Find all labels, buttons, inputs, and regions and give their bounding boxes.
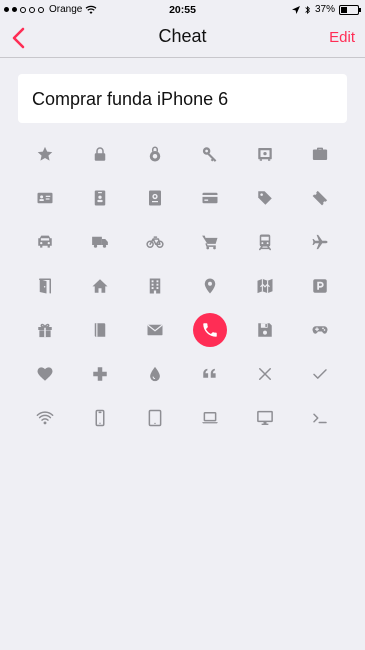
edit-button[interactable]: Edit [329, 29, 355, 46]
tag-icon [257, 191, 272, 205]
medical-cross-icon [93, 367, 107, 381]
battery-percentage: 37% [314, 4, 335, 15]
icon-option-gamepad[interactable] [292, 308, 347, 352]
wifi-icon [37, 411, 54, 425]
checkmark-icon [312, 369, 327, 379]
battery-icon [339, 4, 361, 15]
icon-option-lock[interactable] [73, 132, 128, 176]
id-badge-icon [94, 190, 106, 206]
train-icon [258, 234, 271, 251]
item-title: Comprar funda iPhone 6 [32, 89, 229, 109]
icon-option-id-card[interactable] [18, 176, 73, 220]
combination-lock-icon [149, 146, 161, 162]
icon-option-wifi[interactable] [18, 396, 73, 440]
safe-icon [257, 148, 272, 161]
icon-option-tablet[interactable] [128, 396, 183, 440]
icon-option-airplane[interactable] [292, 220, 347, 264]
icon-option-building[interactable] [128, 264, 183, 308]
icon-option-safe[interactable] [237, 132, 292, 176]
icon-option-shopping-cart[interactable] [182, 220, 237, 264]
icon-option-star[interactable] [18, 132, 73, 176]
book-icon [94, 323, 106, 337]
parking-icon [312, 279, 327, 293]
icon-option-passport[interactable] [128, 176, 183, 220]
icon-option-gift[interactable] [18, 308, 73, 352]
icon-option-key[interactable] [182, 132, 237, 176]
home-icon [92, 279, 108, 293]
icon-option-home[interactable] [73, 264, 128, 308]
icon-option-heart[interactable] [18, 352, 73, 396]
floppy-disk-icon [257, 323, 272, 337]
icon-option-id-badge[interactable] [73, 176, 128, 220]
credit-card-icon [202, 192, 218, 204]
icon-option-briefcase[interactable] [292, 132, 347, 176]
icon-option-map[interactable] [237, 264, 292, 308]
truck-icon [92, 236, 109, 248]
icon-option-bicycle[interactable] [128, 220, 183, 264]
airplane-icon [312, 234, 328, 250]
icon-option-laptop[interactable] [182, 396, 237, 440]
icon-option-location-pin[interactable] [182, 264, 237, 308]
envelope-icon [147, 324, 163, 336]
icon-option-truck[interactable] [73, 220, 128, 264]
building-icon [149, 278, 161, 294]
icon-option-smartphone[interactable] [73, 396, 128, 440]
shopping-cart-icon [202, 235, 218, 250]
icon-picker-grid [18, 132, 347, 440]
x-mark-icon [258, 368, 271, 380]
location-arrow-icon [291, 5, 300, 14]
monitor-icon [256, 410, 273, 425]
icon-option-drop[interactable] [128, 352, 183, 396]
status-right: 37% [291, 4, 361, 15]
icon-option-x-mark[interactable] [237, 352, 292, 396]
icon-option-train[interactable] [237, 220, 292, 264]
gamepad-icon [312, 326, 328, 334]
icon-option-parking[interactable] [292, 264, 347, 308]
icon-option-quote[interactable] [182, 352, 237, 396]
bluetooth-icon [305, 5, 310, 14]
icon-option-terminal[interactable] [292, 396, 347, 440]
phone-icon [203, 323, 217, 337]
icon-option-door[interactable] [18, 264, 73, 308]
passport-icon [149, 190, 162, 206]
tablet-icon [148, 409, 162, 427]
key-icon [202, 147, 217, 162]
briefcase-icon [312, 147, 327, 160]
icon-option-floppy-disk[interactable] [237, 308, 292, 352]
icon-option-ticket[interactable] [292, 176, 347, 220]
icon-option-medical-cross[interactable] [73, 352, 128, 396]
smartphone-icon [95, 409, 105, 427]
lock-icon [94, 147, 106, 161]
star-icon [38, 146, 53, 161]
icon-option-monitor[interactable] [237, 396, 292, 440]
status-bar: Orange 20:55 37% [0, 0, 365, 20]
page-title: Cheat [158, 26, 207, 46]
icon-option-checkmark[interactable] [292, 352, 347, 396]
bicycle-icon [146, 236, 164, 248]
location-pin-icon [204, 278, 216, 294]
map-icon [257, 278, 273, 294]
icon-option-tag[interactable] [237, 176, 292, 220]
icon-option-envelope[interactable] [128, 308, 183, 352]
quote-icon [203, 368, 216, 378]
icon-option-phone[interactable] [182, 308, 237, 352]
icon-option-credit-card[interactable] [182, 176, 237, 220]
icon-option-book[interactable] [73, 308, 128, 352]
terminal-icon [312, 413, 327, 424]
item-title-card[interactable]: Comprar funda iPhone 6 [18, 74, 347, 123]
heart-icon [37, 367, 53, 381]
laptop-icon [202, 412, 218, 424]
icon-option-car[interactable] [18, 220, 73, 264]
navigation-bar: Cheat Edit [0, 20, 365, 58]
drop-icon [150, 366, 160, 382]
selected-icon-highlight [192, 313, 227, 347]
id-card-icon [37, 192, 53, 204]
icon-option-combination-lock[interactable] [128, 132, 183, 176]
door-icon [39, 278, 52, 294]
gift-icon [38, 323, 53, 338]
ticket-icon [312, 190, 327, 206]
car-icon [38, 235, 53, 248]
